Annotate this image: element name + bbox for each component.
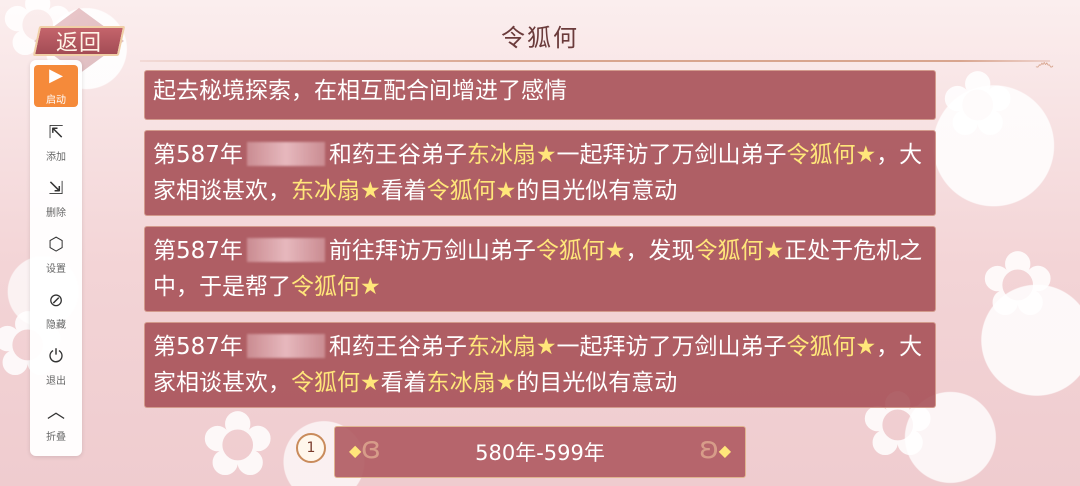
- page-number-badge[interactable]: 1: [296, 433, 326, 463]
- exit-button[interactable]: ⏻ 退出: [34, 341, 78, 393]
- event-text: 的目光似有意动: [516, 178, 678, 204]
- prev-period-icon[interactable]: ◆: [349, 441, 361, 460]
- event-card: 第587年 和药王谷弟子东冰扇★一起拜访了万剑山弟子令狐何★，大家相谈甚欢，东冰扇…: [144, 130, 936, 216]
- cursor-add-icon: ⇱: [48, 122, 64, 143]
- event-text: 一起拜访了万剑山弟子: [556, 142, 787, 168]
- event-text: ，发现: [625, 238, 695, 264]
- toolbar-sidebar: ▶ 启动 ⇱ 添加 ⇲ 删除 ⬡ 设置 ⊘ 隐藏 ⏻ 退出 ︿ 折叠: [30, 60, 82, 456]
- power-icon: ⏻: [48, 346, 64, 367]
- character-name[interactable]: 东冰扇★: [467, 142, 557, 168]
- flower-decoration: ✿: [200, 392, 276, 486]
- character-name[interactable]: 令狐何★: [536, 238, 626, 264]
- event-text: 一起拜访了万剑山弟子: [556, 334, 787, 360]
- character-name[interactable]: 令狐何★: [695, 238, 785, 264]
- character-name[interactable]: 东冰扇★: [427, 370, 517, 396]
- event-text: 和药王谷弟子: [328, 142, 467, 168]
- scroll-ornament-icon: ɞ: [361, 431, 381, 466]
- play-icon: ▶: [49, 65, 63, 86]
- event-text: 起去秘境探索，在相互配合间增进了感情: [153, 78, 567, 104]
- collapse-label: 折叠: [46, 432, 66, 443]
- character-name[interactable]: 令狐何★: [427, 178, 517, 204]
- settings-label: 设置: [46, 264, 66, 275]
- start-button[interactable]: ▶ 启动: [34, 65, 78, 107]
- event-card: 第587年 前往拜访万剑山弟子令狐何★，发现令狐何★正处于危机之中，于是帮了令狐何…: [144, 226, 936, 312]
- start-label: 启动: [46, 95, 66, 106]
- event-text: 和药王谷弟子: [328, 334, 467, 360]
- back-button-label: 返回: [55, 31, 102, 56]
- event-text: 看着: [380, 178, 427, 204]
- character-name[interactable]: 令狐何★: [291, 370, 381, 396]
- header-divider: [140, 60, 1050, 62]
- flower-decoration: ✿: [940, 52, 1016, 157]
- collapse-button[interactable]: ︿ 折叠: [34, 397, 78, 449]
- event-text: 前往拜访万剑山弟子: [328, 238, 536, 264]
- character-name[interactable]: 令狐何★: [787, 334, 877, 360]
- settings-hex-icon: ⬡: [48, 234, 64, 255]
- event-text: 看着: [380, 370, 427, 396]
- chevron-up-icon: ︿: [47, 402, 65, 423]
- redacted-name: [246, 238, 325, 262]
- delete-label: 删除: [46, 208, 66, 219]
- period-selector[interactable]: ɞ ◆ 580年-599年 ◆ ʚ: [334, 426, 746, 478]
- hide-button[interactable]: ⊘ 隐藏: [34, 285, 78, 337]
- delete-button[interactable]: ⇲ 删除: [34, 173, 78, 225]
- event-card: 第587年 和药王谷弟子东冰扇★一起拜访了万剑山弟子令狐何★，大家相谈甚欢，令狐何…: [144, 322, 936, 408]
- add-button[interactable]: ⇱ 添加: [34, 117, 78, 169]
- scroll-ornament-icon: ʚ: [699, 431, 719, 466]
- next-period-icon[interactable]: ◆: [719, 441, 731, 460]
- ornament-icon: ෴: [1035, 50, 1054, 74]
- cursor-delete-icon: ⇲: [48, 178, 64, 199]
- hide-eye-icon: ⊘: [48, 290, 64, 311]
- character-name[interactable]: 东冰扇★: [291, 178, 381, 204]
- settings-button[interactable]: ⬡ 设置: [34, 229, 78, 281]
- character-name[interactable]: 令狐何★: [291, 274, 381, 300]
- exit-label: 退出: [46, 376, 66, 387]
- event-year: 第587年: [153, 238, 243, 264]
- event-text: 的目光似有意动: [516, 370, 678, 396]
- event-year: 第587年: [153, 142, 243, 168]
- redacted-name: [246, 142, 325, 166]
- page-title: 令狐何: [501, 24, 579, 52]
- period-range-label: 580年-599年: [475, 441, 605, 465]
- add-label: 添加: [46, 152, 66, 163]
- event-card-partial: 起去秘境探索，在相互配合间增进了感情: [144, 70, 936, 120]
- hide-label: 隐藏: [46, 320, 66, 331]
- redacted-name: [246, 334, 325, 358]
- flower-decoration: ✿: [980, 232, 1056, 337]
- event-year: 第587年: [153, 334, 243, 360]
- character-name[interactable]: 令狐何★: [787, 142, 877, 168]
- character-name[interactable]: 东冰扇★: [467, 334, 557, 360]
